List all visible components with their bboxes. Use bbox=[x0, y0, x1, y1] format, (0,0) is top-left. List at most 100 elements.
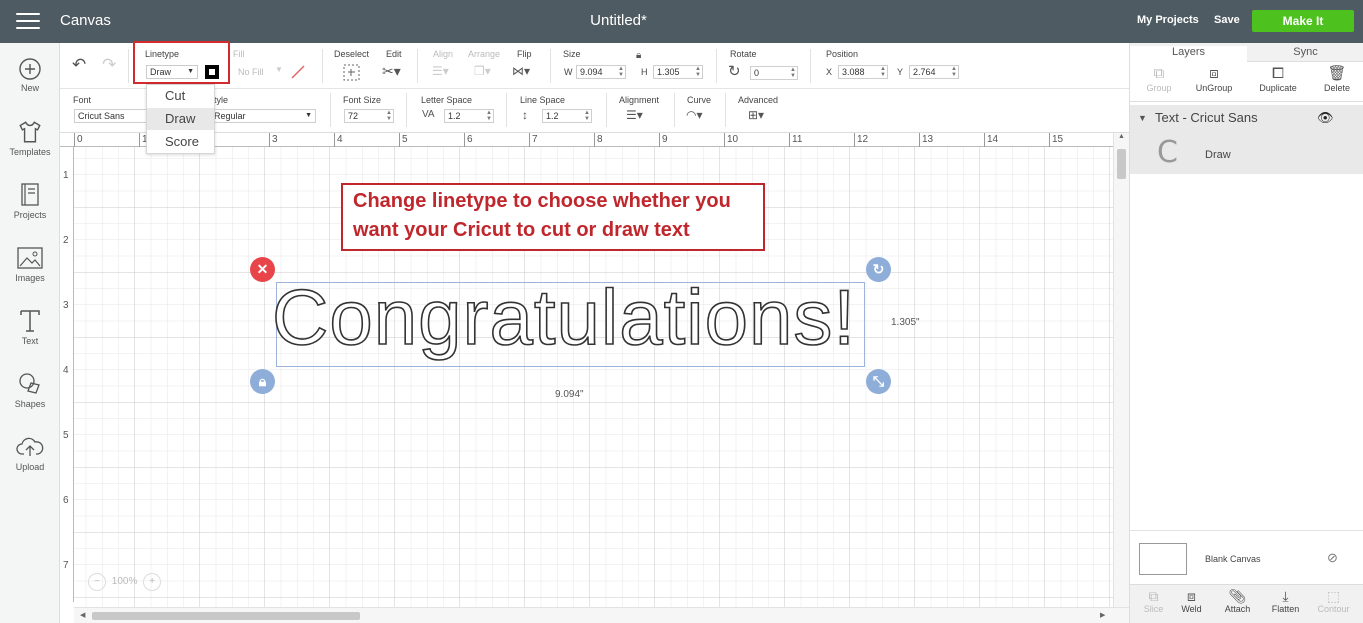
sidebar-item-shapes[interactable]: Shapes bbox=[0, 371, 60, 409]
size-height-value: 1.305 bbox=[657, 67, 680, 77]
spinner-icon[interactable]: ▲ ▼ bbox=[880, 66, 886, 78]
ruler-major-tick bbox=[74, 133, 75, 147]
size-h-prefix: H bbox=[641, 67, 648, 77]
height-dimension-label: 1.305" bbox=[891, 317, 920, 328]
vertical-scrollbar[interactable]: ▲ bbox=[1113, 133, 1129, 607]
chevron-down-icon[interactable]: ▼ bbox=[1138, 113, 1147, 123]
blank-canvas-swatch[interactable] bbox=[1139, 543, 1187, 575]
rotate-handle-icon[interactable]: ↻ bbox=[866, 257, 891, 282]
eye-hidden-icon[interactable]: ⊘ bbox=[1327, 550, 1338, 566]
ungroup-button[interactable]: ⧈ UnGroup bbox=[1185, 65, 1243, 93]
chevron-down-icon: ▼ bbox=[305, 112, 312, 119]
size-width-value: 9.094 bbox=[580, 67, 603, 77]
delete-handle-icon[interactable]: ✕ bbox=[250, 257, 275, 282]
size-height-field[interactable]: 1.305 ▲ ▼ bbox=[653, 65, 703, 79]
redo-icon[interactable]: ↷ bbox=[102, 55, 116, 75]
attach-button[interactable]: 📎︎ Attach bbox=[1214, 588, 1261, 614]
position-label: Position bbox=[826, 49, 859, 59]
zoom-level: 100% bbox=[111, 576, 138, 587]
plus-circle-icon bbox=[19, 58, 41, 80]
curve-icon[interactable]: ◠▾ bbox=[686, 108, 703, 122]
tab-layers[interactable]: Layers bbox=[1130, 46, 1247, 62]
ruler-major-tick bbox=[464, 133, 465, 147]
ruler-major-tick bbox=[529, 133, 530, 147]
spinner-icon[interactable]: ▲ ▼ bbox=[618, 66, 624, 78]
flatten-button[interactable]: ⤓ Flatten bbox=[1262, 588, 1309, 614]
duplicate-label: Duplicate bbox=[1259, 83, 1297, 93]
linetype-dropdown[interactable]: Cut Draw Score bbox=[146, 84, 215, 154]
ungroup-icon: ⧈ bbox=[1209, 65, 1219, 82]
layer-group-text[interactable]: ▼ Text - Cricut Sans 👁︎ C Draw bbox=[1130, 105, 1363, 174]
cloud-upload-icon bbox=[16, 437, 44, 456]
edit-tools-icon[interactable]: ✂▾ bbox=[382, 63, 401, 80]
spinner-icon[interactable]: ▲ ▼ bbox=[951, 66, 957, 78]
contour-button[interactable]: ⬚ Contour bbox=[1310, 588, 1357, 614]
horizontal-scroll-thumb[interactable] bbox=[92, 612, 360, 620]
position-x-field[interactable]: 3.088 ▲ ▼ bbox=[838, 65, 888, 79]
layer-group-name: Text - Cricut Sans bbox=[1155, 110, 1258, 125]
scroll-right-icon[interactable]: ▶ bbox=[1100, 611, 1105, 619]
scale-handle-icon[interactable]: ⤡ bbox=[866, 369, 891, 394]
sidebar-item-new[interactable]: New bbox=[0, 57, 60, 93]
spinner-icon[interactable]: ▲ ▼ bbox=[584, 110, 590, 122]
sidebar-item-upload[interactable]: Upload bbox=[0, 434, 60, 472]
duplicate-button[interactable]: ⧠ Duplicate bbox=[1249, 65, 1307, 93]
letter-space-field[interactable]: 1.2 ▲ ▼ bbox=[444, 109, 494, 123]
zoom-in-icon[interactable]: + bbox=[143, 573, 162, 591]
ruler-major-tick bbox=[399, 133, 400, 147]
sidebar-item-text[interactable]: Text bbox=[0, 308, 60, 346]
delete-button[interactable]: 🗑︎ Delete bbox=[1308, 65, 1363, 93]
font-select[interactable]: Cricut Sans bbox=[74, 109, 154, 123]
scroll-left-icon[interactable]: ◀ bbox=[80, 611, 85, 619]
save-button[interactable]: Save bbox=[1214, 14, 1240, 26]
canvas-text-object[interactable]: Congratulations! bbox=[271, 272, 856, 362]
align-icon[interactable]: ☰▾ bbox=[432, 64, 449, 78]
ruler-left-tick-label: 6 bbox=[63, 495, 69, 506]
position-y-value: 2.764 bbox=[913, 67, 936, 77]
font-size-field[interactable]: 72 ▲ ▼ bbox=[344, 109, 394, 123]
ruler-major-tick bbox=[919, 133, 920, 147]
make-it-button[interactable]: Make It bbox=[1252, 10, 1354, 32]
tab-sync[interactable]: Sync bbox=[1247, 46, 1363, 58]
align-label: Align bbox=[433, 49, 454, 59]
my-projects-link[interactable]: My Projects bbox=[1137, 14, 1199, 26]
fill-select[interactable]: No Fill bbox=[238, 67, 264, 77]
size-width-field[interactable]: 9.094 ▲ ▼ bbox=[576, 65, 626, 79]
linetype-option-cut[interactable]: Cut bbox=[147, 85, 214, 107]
horizontal-scrollbar[interactable]: ◀ ▶ bbox=[74, 607, 1129, 623]
ruler-top: 012345678910111213141516 bbox=[60, 133, 1128, 147]
rotate-field[interactable]: 0 ▲ ▼ bbox=[750, 66, 798, 80]
scroll-up-icon[interactable]: ▲ bbox=[1114, 133, 1129, 140]
style-select[interactable]: Regular ▼ bbox=[210, 109, 316, 123]
blank-canvas-row[interactable]: Blank Canvas ⊘ bbox=[1130, 530, 1363, 584]
group-button[interactable]: ⧉ Group bbox=[1130, 65, 1188, 93]
undo-icon[interactable]: ↶ bbox=[72, 55, 86, 75]
lock-icon[interactable]: 🔒︎ bbox=[636, 50, 641, 61]
flip-icon[interactable]: ⋈▾ bbox=[512, 64, 530, 78]
ruler-top-tick-label: 8 bbox=[597, 134, 603, 145]
alignment-icon[interactable]: ☰▾ bbox=[626, 108, 643, 122]
zoom-out-icon[interactable]: − bbox=[88, 573, 106, 591]
spinner-icon[interactable]: ▲ ▼ bbox=[695, 66, 701, 78]
linetype-option-draw[interactable]: Draw bbox=[147, 108, 214, 130]
spinner-icon[interactable]: ▲ ▼ bbox=[486, 110, 492, 122]
vertical-scroll-thumb[interactable] bbox=[1117, 149, 1126, 179]
linetype-option-score[interactable]: Score bbox=[147, 131, 214, 153]
letter-space-value: 1.2 bbox=[448, 111, 461, 121]
spinner-icon[interactable]: ▲ ▼ bbox=[790, 67, 796, 79]
arrange-icon[interactable]: ❐▾ bbox=[474, 64, 491, 78]
group-label: Group bbox=[1146, 83, 1172, 93]
sidebar-item-templates[interactable]: Templates bbox=[0, 119, 60, 157]
position-y-field[interactable]: 2.764 ▲ ▼ bbox=[909, 65, 959, 79]
advanced-icon[interactable]: ⊞▾ bbox=[748, 108, 764, 122]
sidebar-item-images[interactable]: Images bbox=[0, 245, 60, 283]
line-space-field[interactable]: 1.2 ▲ ▼ bbox=[542, 109, 592, 123]
lock-handle-icon[interactable]: 🔒︎ bbox=[250, 369, 275, 394]
deselect-icon[interactable] bbox=[343, 64, 360, 81]
spinner-icon[interactable]: ▲ ▼ bbox=[386, 110, 392, 122]
ruler-left: 1 2 3 4 5 6 7 bbox=[60, 147, 74, 602]
eye-icon[interactable]: 👁︎ bbox=[1317, 110, 1334, 126]
weld-button[interactable]: ⧈ Weld bbox=[1168, 588, 1215, 614]
rotate-icon: ↻ bbox=[728, 63, 741, 80]
sidebar-item-projects[interactable]: Projects bbox=[0, 182, 60, 220]
